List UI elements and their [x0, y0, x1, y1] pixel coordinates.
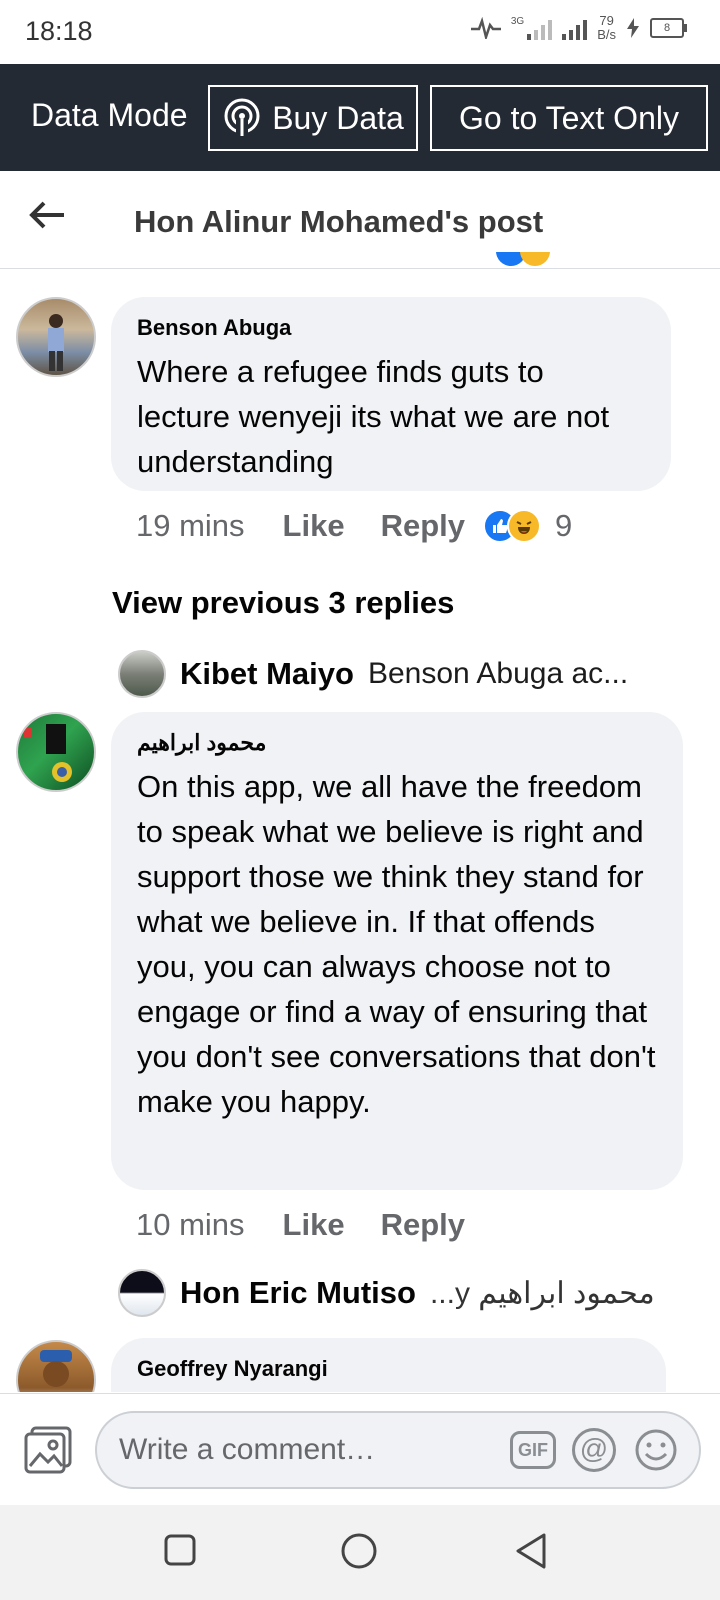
reply-preview[interactable]: Hon Eric Mutiso ...y محمود ابراهيم: [118, 1269, 655, 1317]
speed-value: 79: [599, 13, 614, 28]
back-icon[interactable]: [514, 1532, 548, 1570]
page-title: Hon Alinur Mohamed's post: [134, 204, 544, 239]
avatar[interactable]: [16, 1340, 96, 1392]
comment-author[interactable]: محمود ابراهيم: [137, 730, 657, 756]
player-photo: [24, 724, 72, 782]
status-icons: 3G 79 B/s 8: [470, 14, 687, 42]
haha-reaction-icon: [507, 509, 541, 543]
avatar: [118, 1269, 166, 1317]
speed-unit: B/s: [597, 27, 616, 42]
status-time: 18:18: [25, 16, 93, 46]
post-header: Hon Alinur Mohamed's post: [0, 171, 720, 269]
comment-author[interactable]: Benson Abuga: [137, 315, 645, 341]
reply-author: Hon Eric Mutiso: [180, 1275, 416, 1310]
broadcast-icon: [224, 98, 260, 138]
avatar[interactable]: [16, 297, 96, 377]
comment-bubble[interactable]: Benson Abuga Where a refugee finds guts …: [111, 297, 671, 491]
avatar[interactable]: [16, 712, 96, 792]
system-nav-bar: [0, 1505, 720, 1600]
previous-comment-reactions: [494, 252, 554, 270]
person-photo: [48, 314, 64, 371]
reply-snippet: Benson Abuga ac...: [367, 657, 629, 690]
buy-data-label: Buy Data: [272, 99, 404, 136]
reply-preview[interactable]: Kibet Maiyo Benson Abuga ac...: [118, 650, 628, 698]
back-arrow-icon[interactable]: [26, 193, 70, 237]
home-icon[interactable]: [340, 1532, 378, 1570]
signal-icon: [562, 16, 588, 40]
emoji-icon[interactable]: [634, 1428, 678, 1472]
reply-button[interactable]: Reply: [381, 1207, 465, 1243]
view-previous-replies[interactable]: View previous 3 replies: [112, 585, 454, 621]
comment-placeholder: Write a comment…: [119, 1433, 376, 1466]
reply-snippet: ...y محمود ابراهيم: [429, 1276, 655, 1310]
data-mode-bar: Data Mode Buy Data Go to Text Only: [0, 64, 720, 171]
data-mode-label: Data Mode: [31, 97, 188, 133]
comment-text: Where a refugee finds guts to lecture we…: [137, 354, 610, 479]
signal-3g-icon: 3G: [510, 16, 553, 40]
reply-button[interactable]: Reply: [381, 508, 465, 544]
like-button[interactable]: Like: [283, 508, 345, 544]
person-photo: [40, 1350, 72, 1387]
network-type: 3G: [510, 16, 525, 27]
comment-actions: 10 mins Like Reply: [136, 1205, 465, 1245]
comment-bubble[interactable]: محمود ابراهيم On this app, we all have t…: [111, 712, 683, 1190]
buy-data-button[interactable]: Buy Data: [208, 85, 418, 151]
comment-actions: 19 mins Like Reply 9: [136, 506, 572, 546]
reply-author: Kibet Maiyo: [180, 656, 354, 691]
avatar: [118, 650, 166, 698]
charging-icon: [627, 18, 639, 38]
reaction-count: 9: [555, 508, 573, 543]
comment-author[interactable]: Geoffrey Nyarangi: [137, 1356, 640, 1382]
text-only-button[interactable]: Go to Text Only: [430, 85, 708, 151]
comment-input[interactable]: Write a comment… GIF @: [95, 1411, 701, 1489]
status-bar: 18:18 3G 79 B/s 8: [0, 0, 720, 64]
activity-icon: [470, 17, 501, 39]
photo-icon[interactable]: [22, 1424, 74, 1476]
comment-time: 10 mins: [136, 1207, 245, 1242]
network-speed: 79 B/s: [597, 14, 616, 42]
comment-bubble[interactable]: Geoffrey Nyarangi: [111, 1338, 666, 1392]
comment-time: 19 mins: [136, 508, 245, 543]
like-button[interactable]: Like: [283, 1207, 345, 1243]
comment-3-clip: Geoffrey Nyarangi: [0, 1330, 720, 1392]
mention-icon[interactable]: @: [572, 1428, 616, 1472]
reactions[interactable]: 9: [483, 508, 572, 544]
comment-text: On this app, we all have the freedom to …: [137, 769, 656, 1119]
battery-icon: 8: [650, 18, 687, 38]
gif-icon[interactable]: GIF: [510, 1431, 556, 1469]
comment-composer: Write a comment… GIF @: [0, 1393, 720, 1506]
recent-apps-icon[interactable]: [163, 1533, 197, 1567]
